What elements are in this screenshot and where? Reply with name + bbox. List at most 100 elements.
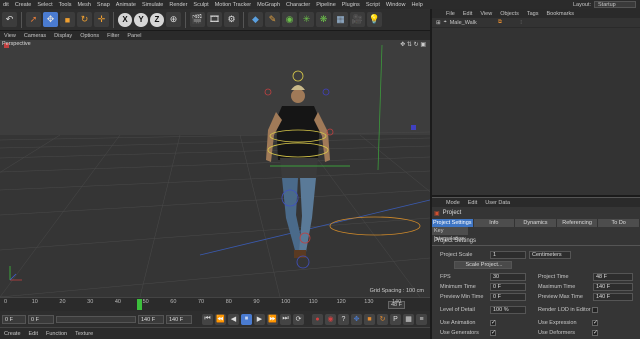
- menu-mesh[interactable]: Mesh: [74, 2, 93, 8]
- expand-icon[interactable]: ⊞: [436, 20, 441, 26]
- tab-referencing[interactable]: Referencing: [556, 219, 599, 227]
- menu-character[interactable]: Character: [283, 2, 313, 8]
- use-animation-checkbox[interactable]: [490, 319, 496, 326]
- min-frame-field[interactable]: 0 F: [28, 314, 54, 324]
- layout-dropdown[interactable]: Startup: [594, 1, 636, 8]
- menu-render[interactable]: Render: [166, 2, 190, 8]
- menu-sculpt[interactable]: Sculpt: [190, 2, 211, 8]
- render-picture-viewer-icon[interactable]: 🎞: [207, 12, 222, 27]
- cube-primitive-icon[interactable]: ◆: [248, 12, 263, 27]
- fps-field[interactable]: 30: [490, 273, 526, 281]
- menu-tools[interactable]: Tools: [56, 2, 75, 8]
- rotate-key-icon[interactable]: ↻: [377, 313, 388, 325]
- goto-end-icon[interactable]: ⏭: [280, 313, 291, 325]
- attr-menu-mode[interactable]: Mode: [442, 200, 464, 206]
- camera-icon[interactable]: 🎥: [350, 12, 365, 27]
- material-menu-texture[interactable]: Texture: [71, 331, 97, 337]
- goto-start-icon[interactable]: ⏮: [202, 313, 213, 325]
- use-generators-checkbox[interactable]: [490, 329, 496, 336]
- menu-pipeline[interactable]: Pipeline: [313, 2, 339, 8]
- object-menu-bookmarks[interactable]: Bookmarks: [542, 11, 578, 17]
- x-axis-lock-button[interactable]: X: [118, 12, 132, 27]
- prev-frame-icon[interactable]: ◀: [228, 313, 239, 325]
- next-frame-icon[interactable]: ▶: [254, 313, 265, 325]
- scale-tool-icon[interactable]: ■: [60, 12, 75, 27]
- project-scale-unit-select[interactable]: Centimeters: [529, 251, 571, 259]
- viewport-menu-panel[interactable]: Panel: [123, 33, 145, 39]
- menu-help[interactable]: Help: [408, 2, 425, 8]
- material-menu-function[interactable]: Function: [42, 331, 71, 337]
- timeline-options-icon[interactable]: ≡: [416, 313, 427, 325]
- object-menu-view[interactable]: View: [476, 11, 496, 17]
- menu-mograph[interactable]: MoGraph: [254, 2, 283, 8]
- project-time-field[interactable]: 48 F: [593, 273, 633, 281]
- attr-menu-user-data[interactable]: User Data: [481, 200, 514, 206]
- prev-key-icon[interactable]: ⏪: [215, 313, 226, 325]
- next-key-icon[interactable]: ⏩: [267, 313, 278, 325]
- tab-info[interactable]: Info: [473, 219, 516, 227]
- scale-key-icon[interactable]: ■: [364, 313, 375, 325]
- tab-project-settings[interactable]: Project Settings: [432, 219, 474, 227]
- timeline[interactable]: 48 F 0 10 20 30 40 50 60 70 80 90 100 110 120 130 140: [0, 297, 430, 311]
- param-key-icon[interactable]: P: [390, 313, 401, 325]
- transform-tool-icon[interactable]: ✛: [94, 12, 109, 27]
- max-frame-field[interactable]: 140 F: [138, 314, 164, 324]
- array-icon[interactable]: ✳: [299, 12, 314, 27]
- object-menu-file[interactable]: File: [442, 11, 459, 17]
- pla-key-icon[interactable]: ▦: [403, 313, 414, 325]
- menu-motion-tracker[interactable]: Motion Tracker: [212, 2, 254, 8]
- autokey-icon[interactable]: ◉: [325, 313, 336, 325]
- menu-create[interactable]: Create: [12, 2, 35, 8]
- y-axis-lock-button[interactable]: Y: [134, 12, 148, 27]
- coordinate-system-icon[interactable]: ⊕: [166, 12, 181, 27]
- nurbs-icon[interactable]: ◉: [282, 12, 297, 27]
- use-deformers-checkbox[interactable]: [592, 329, 598, 336]
- tab-key-interpolation[interactable]: Key Interpolation: [432, 227, 468, 242]
- light-icon[interactable]: 💡: [367, 12, 382, 27]
- select-arrow-icon[interactable]: ➚: [26, 12, 41, 27]
- preview-range-slider[interactable]: [56, 315, 136, 323]
- menu-script[interactable]: Script: [363, 2, 383, 8]
- z-axis-lock-button[interactable]: Z: [150, 12, 164, 27]
- move-tool-icon[interactable]: ✥: [43, 12, 58, 27]
- object-tag-icon[interactable]: ⧉: [498, 19, 502, 26]
- viewport-menu-filter[interactable]: Filter: [103, 33, 123, 39]
- rotate-tool-icon[interactable]: ↻: [77, 12, 92, 27]
- keyframe-selection-icon[interactable]: ?: [338, 313, 349, 325]
- attr-menu-edit[interactable]: Edit: [464, 200, 481, 206]
- tab-dynamics[interactable]: Dynamics: [515, 219, 557, 227]
- viewport-menu-display[interactable]: Display: [50, 33, 76, 39]
- material-menu-create[interactable]: Create: [0, 331, 25, 337]
- tab-to-do[interactable]: To Do: [598, 219, 640, 227]
- deformer-icon[interactable]: ❋: [316, 12, 331, 27]
- environment-icon[interactable]: ▦: [333, 12, 348, 27]
- current-frame-field[interactable]: 0 F: [2, 314, 26, 324]
- preview-max-field[interactable]: 140 F: [593, 293, 633, 301]
- menu-simulate[interactable]: Simulate: [139, 2, 166, 8]
- scale-project-button[interactable]: Scale Project...: [454, 261, 512, 269]
- menu-dit[interactable]: dit: [0, 2, 12, 8]
- record-keys-icon[interactable]: ●: [312, 313, 323, 325]
- menu-window[interactable]: Window: [383, 2, 409, 8]
- object-name[interactable]: Male_Walk: [450, 20, 477, 26]
- play-pause-button[interactable]: ⏸: [241, 313, 252, 325]
- viewport-menu-options[interactable]: Options: [76, 33, 103, 39]
- render-lod-checkbox[interactable]: [592, 307, 598, 313]
- viewport-menu-view[interactable]: View: [0, 33, 20, 39]
- visibility-dots-icon[interactable]: ⁝: [520, 20, 522, 26]
- end-frame-field[interactable]: 140 F: [166, 314, 192, 324]
- move-key-icon[interactable]: ✥: [351, 313, 362, 325]
- menu-plugins[interactable]: Plugins: [339, 2, 363, 8]
- min-time-field[interactable]: 0 F: [490, 283, 526, 291]
- perspective-viewport[interactable]: Perspective ✥ ⇅ ↻ ▣ Grid Spacing : 100 c…: [0, 40, 430, 297]
- undo-icon[interactable]: ↶: [2, 12, 17, 27]
- object-row-male-walk[interactable]: ⊞ ⌖ Male_Walk ⁝ ⧉: [432, 18, 640, 28]
- spline-pen-icon[interactable]: ✎: [265, 12, 280, 27]
- material-menu-edit[interactable]: Edit: [25, 331, 42, 337]
- use-expression-checkbox[interactable]: [592, 319, 598, 326]
- lod-field[interactable]: 100 %: [490, 306, 526, 314]
- menu-select[interactable]: Select: [34, 2, 55, 8]
- render-view-icon[interactable]: 🎬: [190, 12, 205, 27]
- viewport-menu-cameras[interactable]: Cameras: [20, 33, 50, 39]
- preview-min-field[interactable]: 0 F: [490, 293, 526, 301]
